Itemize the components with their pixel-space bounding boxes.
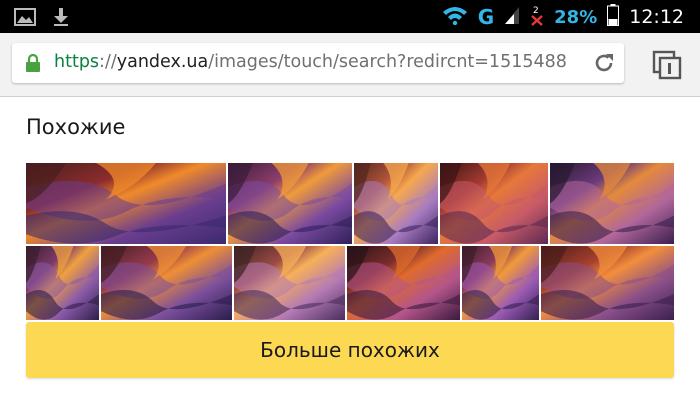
lock-icon xyxy=(25,53,41,77)
tab-switcher-icon[interactable] xyxy=(652,50,682,80)
url-separator: :// xyxy=(99,52,117,72)
no-signal-icon: 2 xyxy=(530,4,544,30)
battery-icon xyxy=(607,4,620,30)
status-icons-left xyxy=(14,7,70,31)
thumb-4[interactable] xyxy=(440,163,548,244)
url-scheme: https xyxy=(54,52,100,72)
url-text[interactable]: https://yandex.ua/images/touch/search?re… xyxy=(54,52,594,72)
thumb-10[interactable] xyxy=(462,246,539,320)
thumb-8[interactable] xyxy=(234,246,345,320)
thumb-11[interactable] xyxy=(541,246,674,320)
browser-toolbar: https://yandex.ua/images/touch/search?re… xyxy=(0,33,700,97)
url-host: yandex.ua xyxy=(116,52,209,72)
canyon-photo xyxy=(347,246,460,320)
wifi-icon xyxy=(442,5,468,29)
canyon-photo xyxy=(26,163,226,244)
canyon-photo xyxy=(26,246,99,320)
canyon-photo xyxy=(234,246,345,320)
canyon-photo xyxy=(550,163,674,244)
canyon-photo xyxy=(228,163,352,244)
clock: 12:12 xyxy=(629,6,684,28)
canyon-photo xyxy=(101,246,232,320)
canyon-photo xyxy=(354,163,438,244)
thumb-6[interactable] xyxy=(26,246,99,320)
page-content: Похожие Больше похожих xyxy=(0,97,700,420)
status-bar: G 2 28% 12:12 xyxy=(0,0,700,33)
more-similar-button[interactable]: Больше похожих xyxy=(26,322,674,378)
address-bar[interactable]: https://yandex.ua/images/touch/search?re… xyxy=(12,43,624,83)
signal-icon xyxy=(504,5,520,29)
image-icon xyxy=(14,8,36,30)
thumb-2[interactable] xyxy=(228,163,352,244)
svg-text:2: 2 xyxy=(533,6,539,16)
battery-percent: 28% xyxy=(554,6,598,28)
canyon-photo xyxy=(440,163,548,244)
thumb-7[interactable] xyxy=(101,246,232,320)
network-type: G xyxy=(477,5,495,29)
thumb-9[interactable] xyxy=(347,246,460,320)
canyon-photo xyxy=(462,246,539,320)
thumb-5[interactable] xyxy=(550,163,674,244)
status-icons-right: G 2 28% 12:12 xyxy=(442,4,684,30)
section-heading: Похожие xyxy=(26,115,126,139)
reload-icon[interactable] xyxy=(592,51,616,75)
url-path: /images/touch/search?redircnt=1515488 xyxy=(208,52,567,72)
thumb-3[interactable] xyxy=(354,163,438,244)
canyon-photo xyxy=(541,246,674,320)
download-icon xyxy=(52,7,70,31)
thumb-1[interactable] xyxy=(26,163,226,244)
